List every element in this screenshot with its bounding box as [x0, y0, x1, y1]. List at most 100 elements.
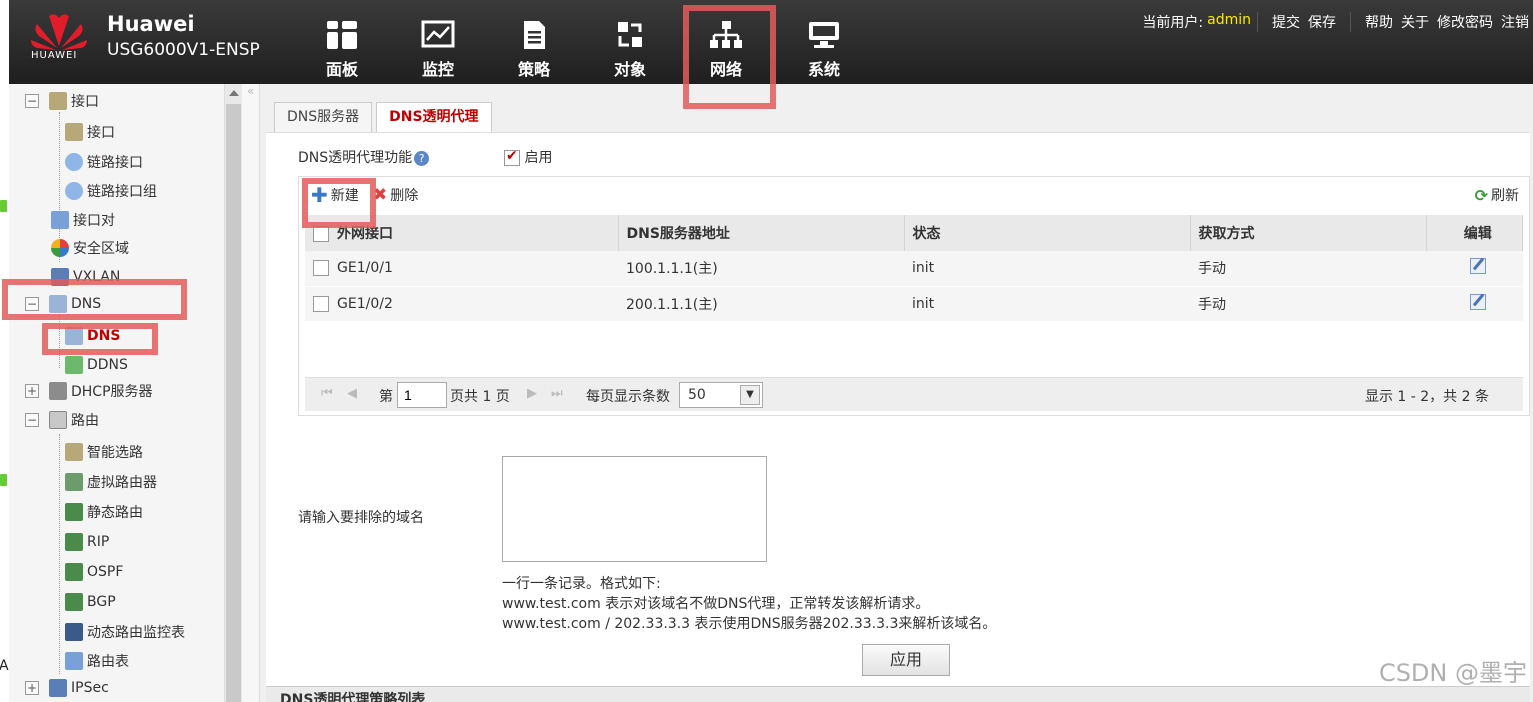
sidebar-item-interface-group[interactable]: − 接口 [25, 88, 99, 114]
sidebar-item-security-zone[interactable]: 安全区域 [51, 235, 129, 261]
first-page-icon[interactable]: ⏮ [321, 386, 333, 401]
nav-dashboard[interactable]: 面板 [302, 0, 382, 84]
sidebar-item-dns[interactable]: DNS [65, 323, 120, 349]
select-all-checkbox[interactable] [313, 226, 329, 242]
edit-icon[interactable] [1469, 258, 1486, 275]
rip-icon [65, 533, 83, 551]
column-header-iface[interactable]: 外网接口 [305, 215, 619, 251]
table-row[interactable]: GE1/0/1 100.1.1.1(主) init 手动 [305, 251, 1523, 287]
enable-checkbox[interactable] [504, 148, 520, 166]
nav-policy[interactable]: 策略 [494, 0, 574, 84]
column-header-method[interactable]: 获取方式 [1190, 215, 1427, 251]
dhcp-server-icon [49, 382, 67, 400]
sidebar-scrollbar[interactable] [225, 84, 242, 702]
sidebar-item-static-route[interactable]: 静态路由 [65, 499, 143, 525]
change-password-link[interactable]: 修改密码 [1433, 12, 1497, 32]
collapse-toggle[interactable]: − [25, 413, 39, 427]
exclude-domain-label: 请输入要排除的域名 [298, 510, 424, 526]
enable-label: 启用 [524, 150, 553, 166]
nav-label: 面板 [325, 60, 358, 79]
nav-object[interactable]: 对象 [590, 0, 670, 84]
scrollbar-thumb[interactable] [226, 104, 241, 702]
chevron-down-icon[interactable]: ▼ [740, 385, 760, 405]
tab-dns-transparent-proxy[interactable]: DNS透明代理 [376, 102, 492, 133]
sidebar-item-label: VXLAN [73, 269, 121, 285]
sidebar-item-dhcp-server[interactable]: + DHCP服务器 [25, 378, 153, 404]
interface-icon [49, 92, 67, 110]
row-checkbox[interactable] [313, 295, 329, 312]
sidebar-item-interface-pair[interactable]: 接口对 [51, 207, 115, 233]
logout-link[interactable]: 注销 [1497, 12, 1533, 32]
sidebar-item-ipsec[interactable]: + IPSec [25, 675, 109, 701]
prev-page-icon[interactable]: ◀ [347, 386, 357, 401]
nav-label: 对象 [613, 60, 646, 79]
nav-network[interactable]: 网络 [686, 0, 766, 84]
about-link[interactable]: 关于 [1397, 12, 1433, 32]
hint-line-3: www.test.com / 202.33.3.3 表示使用DNS服务器202.… [502, 616, 997, 632]
table-row[interactable]: GE1/0/2 200.1.1.1(主) init 手动 [305, 286, 1523, 322]
sidebar-item-vxlan[interactable]: VXLAN [51, 264, 120, 290]
submit-link[interactable]: 提交 [1268, 12, 1304, 32]
nav-system[interactable]: 系统 [784, 0, 864, 84]
sidebar-item-virtual-router[interactable]: 虚拟路由器 [65, 469, 157, 495]
column-header-dns[interactable]: DNS服务器地址 [618, 215, 905, 251]
sidebar-item-interface[interactable]: 接口 [65, 119, 115, 145]
scroll-up-icon[interactable] [229, 90, 239, 96]
delete-button[interactable]: ✖ 删除 [373, 185, 418, 205]
ospf-icon [65, 563, 83, 581]
cell-iface-text: GE1/0/2 [337, 295, 393, 312]
sidebar-item-route-table[interactable]: 路由表 [65, 648, 129, 674]
dns-icon [49, 295, 67, 313]
expand-toggle[interactable]: + [25, 384, 39, 398]
hint-line-2: www.test.com 表示对该域名不做DNS代理，正常转发该解析请求。 [502, 596, 930, 612]
help-link[interactable]: 帮助 [1361, 12, 1397, 32]
sidebar-item-ospf[interactable]: OSPF [65, 559, 123, 585]
sidebar-item-bgp[interactable]: BGP [65, 589, 116, 615]
exclude-domain-textarea[interactable] [502, 456, 767, 562]
collapse-toggle[interactable]: − [25, 94, 39, 108]
column-header-status[interactable]: 状态 [904, 215, 1191, 251]
sidebar-item-link-interface[interactable]: 链路接口 [65, 149, 143, 175]
link-interface-group-icon [65, 182, 83, 200]
sidebar-item-routing-group[interactable]: − 路由 [25, 407, 99, 433]
apply-button[interactable]: 应用 [862, 644, 950, 676]
sidebar-collapse-handle[interactable]: « [242, 84, 260, 702]
save-link[interactable]: 保存 [1304, 12, 1340, 32]
enable-option[interactable]: 启用 [504, 147, 552, 167]
last-page-icon[interactable]: ⏭ [551, 386, 563, 401]
ipsec-icon [49, 679, 67, 697]
help-icon[interactable]: ? [414, 150, 430, 166]
left-edge-text: A [0, 658, 9, 674]
cell-method: 手动 [1190, 251, 1426, 287]
per-page-select[interactable]: 50 ▼ [679, 382, 763, 408]
row-checkbox[interactable] [313, 260, 329, 277]
proxy-grid: ✚ 新建 ✖ 删除 ⟳ 刷新 外网接口 DNS服务器地址 状态 获取方式 编辑 … [298, 176, 1530, 416]
sidebar-item-smart-routing[interactable]: 智能选路 [65, 439, 143, 465]
monitor-icon [421, 20, 455, 48]
sidebar-item-link-interface-group[interactable]: 链路接口组 [65, 178, 157, 204]
hint-line-1: 一行一条记录。格式如下: [502, 576, 661, 592]
router-icon [49, 411, 67, 429]
left-edge-mark [0, 200, 7, 212]
sidebar-item-dynamic-route-monitor[interactable]: 动态路由监控表 [65, 619, 185, 645]
collapse-toggle[interactable]: − [25, 297, 39, 311]
section-title: DNS透明代理策略列表 [280, 692, 426, 702]
sidebar-item-label: 动态路由监控表 [87, 625, 185, 641]
page-number-input[interactable] [397, 382, 447, 408]
policy-list-section-header[interactable]: DNS透明代理策略列表 [266, 686, 1530, 702]
current-user-name: admin [1207, 12, 1251, 28]
nav-monitor[interactable]: 监控 [398, 0, 478, 84]
sidebar-item-ddns[interactable]: DDNS [65, 352, 128, 378]
sidebar-item-dns-group[interactable]: − DNS [25, 291, 101, 317]
watermark: CSDN @墨宇 [1378, 659, 1527, 687]
edit-icon[interactable] [1469, 293, 1486, 310]
tab-dns-server[interactable]: DNS服务器 [274, 102, 373, 132]
page-total-label: 页共 1 页 [450, 389, 510, 405]
sidebar-item-rip[interactable]: RIP [65, 529, 109, 555]
cell-edit [1426, 286, 1523, 322]
new-button[interactable]: ✚ 新建 [311, 185, 359, 205]
refresh-button[interactable]: ⟳ 刷新 [1475, 185, 1519, 205]
next-page-icon[interactable]: ▶ [527, 386, 537, 401]
expand-toggle[interactable]: + [25, 681, 39, 695]
separator [1350, 12, 1359, 32]
